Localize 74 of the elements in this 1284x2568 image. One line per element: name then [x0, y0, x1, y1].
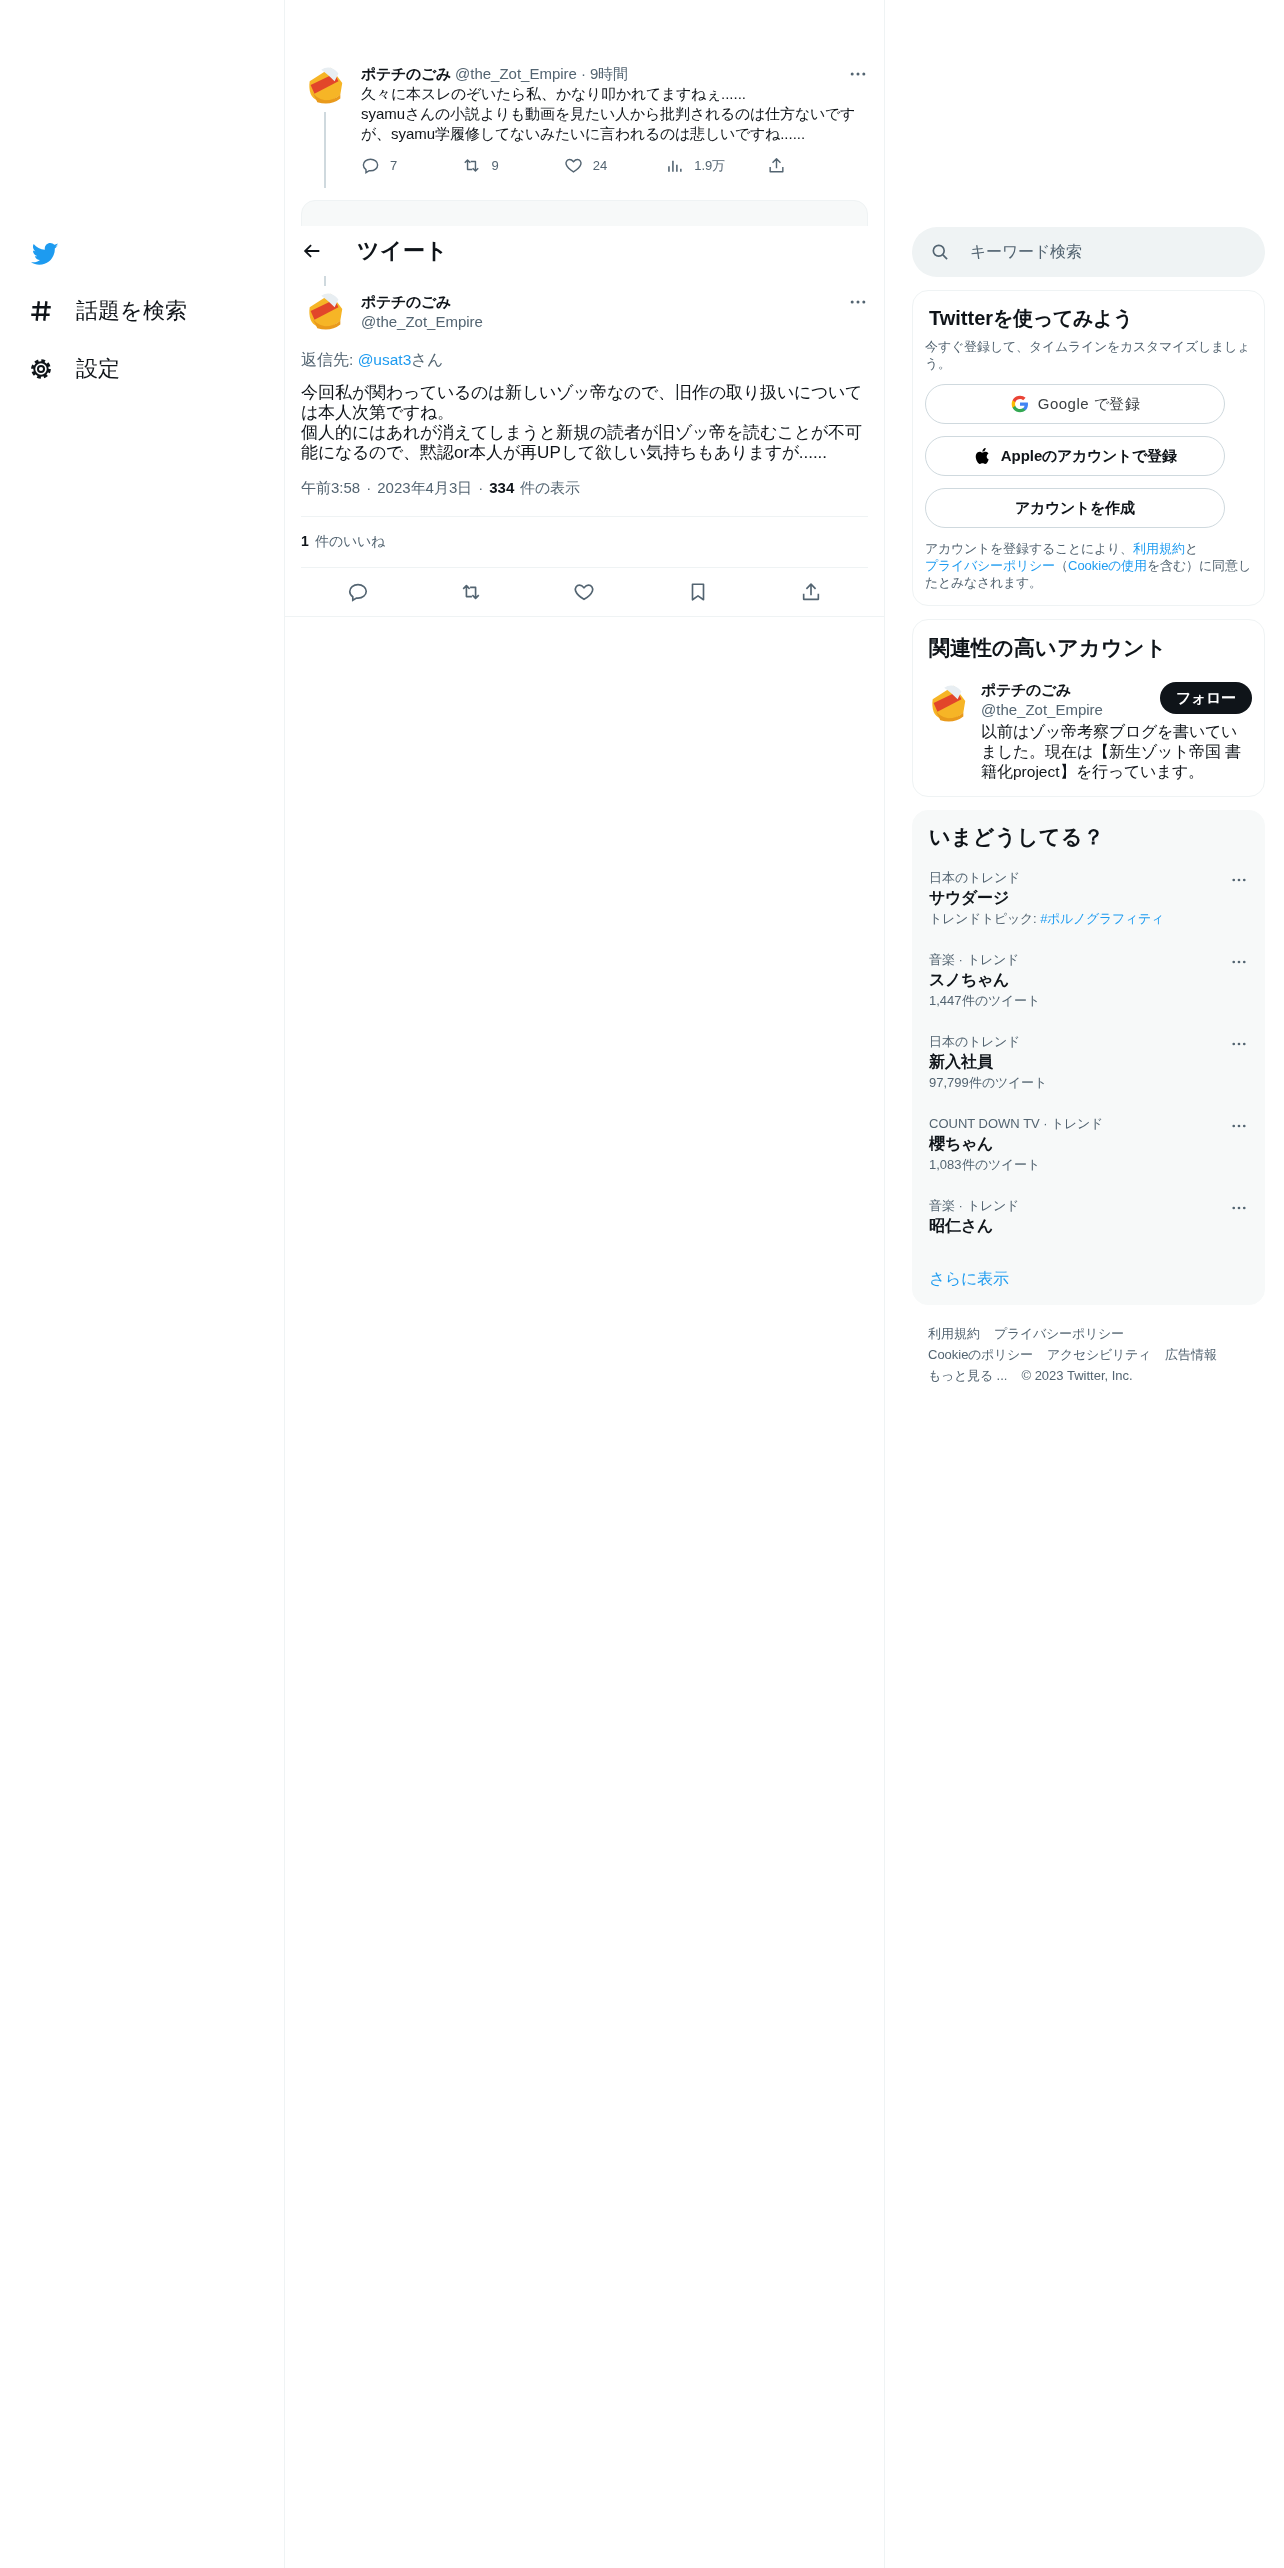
- reply-icon[interactable]: [346, 581, 369, 603]
- settings-icon: [28, 356, 54, 382]
- action-count: 9: [491, 158, 499, 173]
- hashtag-icon: [28, 298, 54, 324]
- trend-item[interactable]: 日本のトレンド サウダージ トレンドトピック: #ポルノグラフィティ: [925, 857, 1252, 939]
- share-icon[interactable]: [766, 156, 786, 175]
- tweet-time[interactable]: 9時間: [589, 64, 629, 84]
- search-field[interactable]: キーワード検索: [912, 227, 1265, 277]
- trend-name: 昭仁さん: [929, 1216, 994, 1236]
- tweet-count: 97,799件のツイート: [929, 1074, 1048, 1092]
- nav-item[interactable]: 話題を検索: [28, 282, 195, 340]
- trend-context: 日本のトレンド: [929, 1033, 1021, 1051]
- view-label: 件の表示: [520, 479, 581, 498]
- trend-name: 櫻ちゃん: [929, 1134, 994, 1154]
- follow-button[interactable]: フォロー: [1160, 682, 1252, 714]
- signup-button[interactable]: Google で登録: [925, 384, 1225, 424]
- separator-dot: ·: [366, 479, 372, 498]
- card-title: いまどうしてる？: [929, 824, 1105, 851]
- reply-icon[interactable]: [361, 156, 380, 175]
- nav-item[interactable]: 設定: [28, 340, 128, 398]
- footer-link[interactable]: 広告情報: [1165, 1344, 1218, 1365]
- tweet-text: 久々に本スレのぞいたら私、かなり叩かれてますねぇ......: [361, 84, 747, 104]
- user-name[interactable]: ポテチのごみ: [361, 64, 451, 84]
- trend-name: 新入社員: [929, 1052, 994, 1072]
- card-title: Twitterを使ってみよう: [929, 306, 1135, 331]
- heart-icon[interactable]: [573, 581, 596, 603]
- like-label[interactable]: 件のいいね: [314, 533, 385, 551]
- tweet-date[interactable]: 2023年4月3日: [377, 479, 473, 498]
- action-count: 7: [390, 158, 398, 173]
- tweet-time[interactable]: 午前3:58: [301, 479, 361, 498]
- footer-link[interactable]: プライバシーポリシー: [994, 1323, 1124, 1344]
- trend-item[interactable]: 音楽 · トレンド 昭仁さん: [925, 1185, 1252, 1247]
- action-count: 24: [592, 158, 608, 173]
- footer-link[interactable]: © 2023 Twitter, Inc.: [1021, 1365, 1133, 1386]
- footer-link[interactable]: 利用規約: [928, 1323, 980, 1344]
- tweet-count: 1,083件のツイート: [929, 1156, 1041, 1174]
- tweet-text: syamuさんの小説よりも動画を見たい人から批判されるのは仕方ないですが、syamu学履修してないみたいに言われるのは悲しいですね......: [361, 104, 857, 144]
- user-handle[interactable]: @the_Zot_Empire: [981, 700, 1160, 720]
- like-count[interactable]: 1: [301, 533, 309, 551]
- card-subtitle: 今すぐ登録して、タイムラインをカスタマイズしましょう。: [925, 338, 1251, 372]
- user-name[interactable]: ポテチのごみ: [981, 680, 1160, 700]
- reply-to-text: 返信先: @usat3さん: [301, 350, 445, 370]
- trend-item[interactable]: 音楽 · トレンド スノちゃん 1,447件のツイート: [925, 939, 1252, 1021]
- trend-item[interactable]: 日本のトレンド 新入社員 97,799件のツイート: [925, 1021, 1252, 1103]
- user-name[interactable]: ポテチのごみ: [361, 292, 848, 312]
- trend-name: サウダージ: [929, 888, 1010, 908]
- trend-context: 日本のトレンド: [929, 869, 1021, 887]
- trend-context: COUNT DOWN TV · トレンド: [929, 1115, 1105, 1133]
- google-icon: [1009, 394, 1030, 414]
- tweet-text: 個人的にはあれが消えてしまうと新規の読者が旧ゾッ帝を読むことが不可能になるので、黙認or本人が再UPして欲しい気持ちもありますが......: [301, 423, 863, 463]
- trend-name: スノちゃん: [929, 970, 1010, 990]
- trend-context: 音楽 · トレンド: [929, 1197, 1020, 1215]
- create-account-button[interactable]: アカウントを作成: [925, 488, 1225, 528]
- signup-button[interactable]: Appleのアカウントで登録: [925, 436, 1225, 476]
- page-title: ツイート: [357, 237, 448, 265]
- separator-dot: ·: [580, 64, 586, 84]
- user-handle[interactable]: @the_Zot_Empire: [361, 312, 848, 332]
- view-count: 334: [489, 479, 515, 498]
- legal-text: アカウントを登録することにより、利用規約 と プライバシーポリシー（Cookieの使用を含む）に同意したとみなされます。: [925, 540, 1252, 591]
- action-count: 1.9万: [694, 156, 726, 175]
- tweet-count: 1,447件のツイート: [929, 992, 1041, 1010]
- user-bio: 以前はゾッ帝考察ブログを書いていました。現在は【新生ゾット帝国 書籍化project】を行っています。: [981, 722, 1243, 782]
- footer-link[interactable]: アクセシビリティ: [1047, 1344, 1152, 1365]
- footer-link[interactable]: Cookieのポリシー: [928, 1344, 1034, 1365]
- footer-link[interactable]: もっと見る ...: [928, 1365, 1008, 1386]
- trend-topic: トレンドトピック: #ポルノグラフィティ: [929, 910, 1166, 928]
- separator-dot: ·: [478, 479, 484, 498]
- trend-item[interactable]: COUNT DOWN TV · トレンド 櫻ちゃん 1,083件のツイート: [925, 1103, 1252, 1185]
- card-title: 関連性の高いアカウント: [929, 635, 1168, 661]
- trend-context: 音楽 · トレンド: [929, 951, 1020, 969]
- heart-icon[interactable]: [563, 156, 583, 175]
- tweet-text: 今回私が関わっているのは新しいゾッ帝なので、旧作の取り扱いについては本人次第ですね。: [301, 383, 863, 423]
- search-icon: [930, 242, 950, 262]
- user-handle[interactable]: @the_Zot_Empire: [455, 64, 577, 84]
